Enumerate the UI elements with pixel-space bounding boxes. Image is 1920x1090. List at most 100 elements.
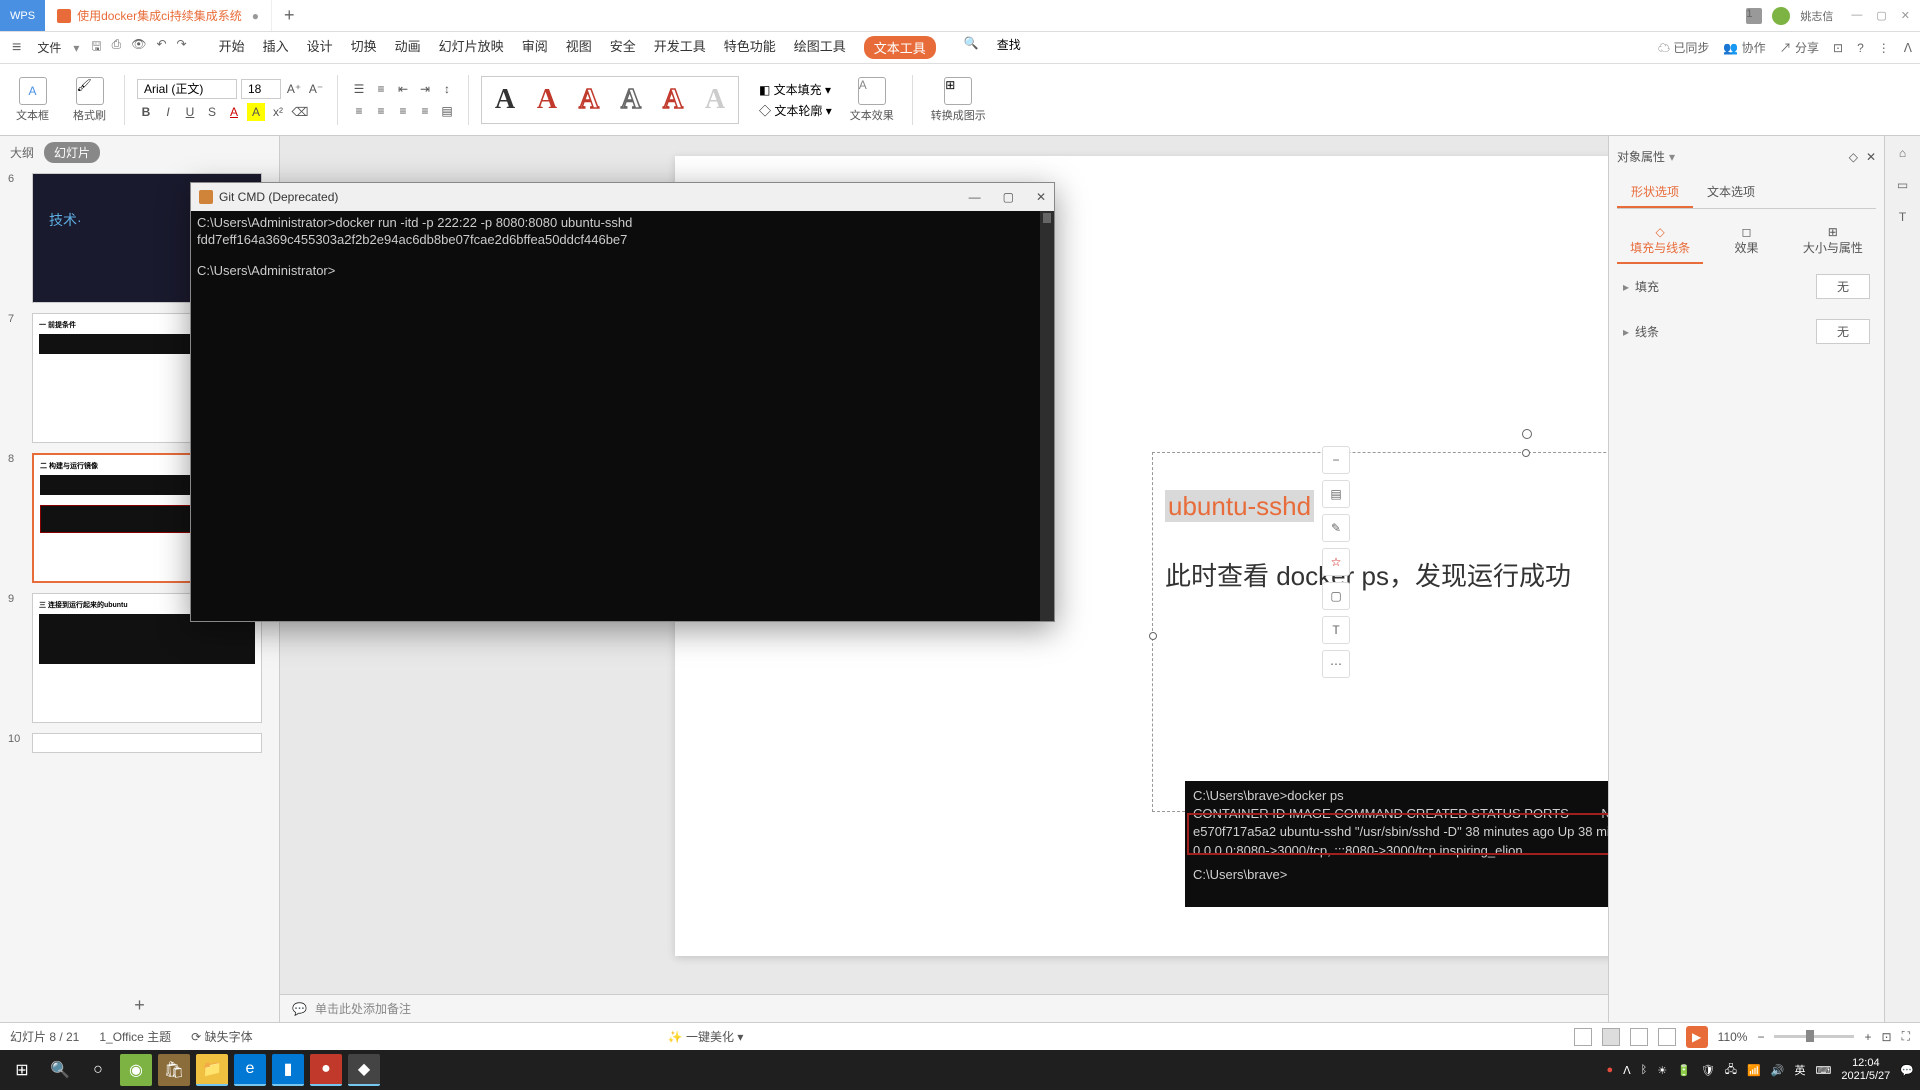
float-minus-icon[interactable]: −: [1322, 446, 1350, 474]
normal-view-icon[interactable]: [1574, 1028, 1592, 1046]
strike-button[interactable]: S: [203, 103, 221, 121]
indent-dec-button[interactable]: ⇤: [394, 80, 412, 98]
collapse-ribbon-icon[interactable]: ᐱ: [1904, 41, 1912, 55]
decrease-font-icon[interactable]: A⁻: [307, 80, 325, 98]
notifications-icon[interactable]: 💬: [1900, 1064, 1914, 1077]
tab-design[interactable]: 设计: [307, 36, 333, 59]
app-icon-1[interactable]: ◉: [120, 1054, 152, 1086]
tab-transition[interactable]: 切换: [351, 36, 377, 59]
gitcmd-close-button[interactable]: ✕: [1036, 190, 1046, 204]
taskbar-clock[interactable]: 12:04 2021/5/27: [1841, 1057, 1890, 1083]
float-crop-icon[interactable]: ▢: [1322, 582, 1350, 610]
props-tab-shape[interactable]: 形状选项: [1617, 177, 1693, 208]
tab-security[interactable]: 安全: [610, 36, 636, 59]
props-subtab-effect[interactable]: ◻ 效果: [1703, 219, 1789, 264]
store-icon[interactable]: 🛍: [158, 1054, 190, 1086]
tray-ime[interactable]: 英: [1794, 1062, 1805, 1078]
tab-drawing[interactable]: 绘图工具: [794, 36, 846, 59]
rotate-handle[interactable]: [1522, 429, 1532, 439]
numbering-button[interactable]: ≡: [372, 80, 390, 98]
textbox-selection[interactable]: [1152, 452, 1608, 812]
tab-review[interactable]: 审阅: [522, 36, 548, 59]
float-pen-icon[interactable]: ✎: [1322, 514, 1350, 542]
font-color-button[interactable]: A: [225, 103, 243, 121]
tray-battery-icon[interactable]: 🔋: [1677, 1064, 1691, 1077]
gitcmd-window[interactable]: Git CMD (Deprecated) — ▢ ✕ C:\Users\Admi…: [190, 182, 1055, 622]
gitcmd-minimize-button[interactable]: —: [969, 190, 981, 204]
resize-handle-top[interactable]: [1522, 449, 1530, 457]
vscode-icon[interactable]: ▮: [272, 1054, 304, 1086]
italic-button[interactable]: I: [159, 103, 177, 121]
style-preset-3[interactable]: A: [570, 81, 608, 119]
align-left-button[interactable]: ≡: [350, 102, 368, 120]
tab-slideshow[interactable]: 幻灯片放映: [439, 36, 504, 59]
superscript-button[interactable]: x²: [269, 103, 287, 121]
record-icon[interactable]: ●: [310, 1054, 342, 1086]
undo-icon[interactable]: ↶: [156, 37, 166, 58]
increase-font-icon[interactable]: A⁺: [285, 80, 303, 98]
style-preset-1[interactable]: A: [486, 81, 524, 119]
menu-toggle-icon[interactable]: ≡: [8, 39, 25, 57]
props-subtab-fill[interactable]: ◇ 填充与线条: [1617, 219, 1703, 264]
align-right-button[interactable]: ≡: [394, 102, 412, 120]
file-dropdown-icon[interactable]: ▾: [73, 41, 79, 55]
text-outline-button[interactable]: ◇ 文本轮廓 ▾: [759, 102, 832, 119]
sidebar-home-icon[interactable]: ⌂: [1899, 146, 1906, 160]
props-pin-icon[interactable]: ◇: [1849, 150, 1858, 164]
line-spacing-button[interactable]: ↕: [438, 80, 456, 98]
add-slide-button[interactable]: +: [0, 989, 279, 1022]
minimize-button[interactable]: —: [1851, 9, 1862, 22]
columns-button[interactable]: ▤: [438, 102, 456, 120]
textbox-icon[interactable]: A: [19, 77, 47, 105]
bold-button[interactable]: B: [137, 103, 155, 121]
settings-icon[interactable]: ⊡: [1833, 41, 1843, 55]
tray-shield-icon[interactable]: 🛡: [1701, 1064, 1715, 1077]
edge-icon[interactable]: e: [234, 1054, 266, 1086]
gitcmd-maximize-button[interactable]: ▢: [1003, 190, 1014, 204]
zoom-out-button[interactable]: −: [1757, 1030, 1764, 1044]
sorter-view-icon[interactable]: [1602, 1028, 1620, 1046]
sync-status[interactable]: ☁ 已同步: [1658, 39, 1709, 56]
notes-placeholder[interactable]: 单击此处添加备注: [315, 1000, 411, 1017]
props-subtab-size[interactable]: ⊞ 大小与属性: [1790, 219, 1876, 264]
tray-keyboard-icon[interactable]: ⌨: [1815, 1064, 1831, 1077]
reading-view-icon[interactable]: [1630, 1028, 1648, 1046]
tray-record-icon[interactable]: ●: [1606, 1064, 1613, 1076]
props-close-icon[interactable]: ✕: [1866, 150, 1876, 164]
share-button[interactable]: ↗ 分享: [1780, 39, 1819, 56]
gitcmd-scrollbar[interactable]: [1040, 211, 1054, 621]
close-button[interactable]: ✕: [1901, 9, 1910, 22]
cortana-icon[interactable]: ○: [82, 1054, 114, 1086]
slides-view-button[interactable]: 幻灯片: [44, 142, 100, 163]
underline-button[interactable]: U: [181, 103, 199, 121]
explorer-icon[interactable]: 📁: [196, 1054, 228, 1086]
tray-bluetooth-icon[interactable]: ᛒ: [1641, 1064, 1648, 1076]
tray-expand-icon[interactable]: ᐱ: [1623, 1064, 1631, 1077]
tray-network-icon[interactable]: 🖧: [1725, 1061, 1737, 1080]
font-size-select[interactable]: [241, 79, 281, 99]
tray-weather-icon[interactable]: ☀: [1657, 1064, 1667, 1077]
save-icon[interactable]: 🖫: [91, 37, 101, 58]
align-justify-button[interactable]: ≡: [416, 102, 434, 120]
fit-button[interactable]: ⊡: [1882, 1030, 1892, 1044]
search-icon[interactable]: 🔍: [964, 36, 979, 59]
sidebar-select-icon[interactable]: ▭: [1897, 178, 1908, 192]
sidebar-text-icon[interactable]: T: [1899, 210, 1906, 224]
search-taskbar-icon[interactable]: 🔍: [44, 1054, 76, 1086]
zoom-in-button[interactable]: +: [1864, 1030, 1871, 1044]
bullets-button[interactable]: ☰: [350, 80, 368, 98]
line-expand-icon[interactable]: ▸: [1623, 325, 1629, 339]
props-tab-text[interactable]: 文本选项: [1693, 177, 1769, 208]
new-tab-button[interactable]: +: [272, 5, 307, 26]
float-more-icon[interactable]: ⋯: [1322, 650, 1350, 678]
float-star-icon[interactable]: ☆: [1322, 548, 1350, 576]
gitcmd-terminal[interactable]: C:\Users\Administrator>docker run -itd -…: [191, 211, 1054, 621]
text-styles-gallery[interactable]: A A A A A A: [481, 76, 739, 124]
float-layers-icon[interactable]: ▤: [1322, 480, 1350, 508]
more-icon[interactable]: ⋮: [1878, 41, 1890, 55]
tab-view[interactable]: 视图: [566, 36, 592, 59]
maximize-button[interactable]: ▢: [1876, 9, 1886, 22]
grid-view-icon[interactable]: [1658, 1028, 1676, 1046]
style-preset-2[interactable]: A: [528, 81, 566, 119]
print-icon[interactable]: ⎙: [112, 37, 122, 58]
